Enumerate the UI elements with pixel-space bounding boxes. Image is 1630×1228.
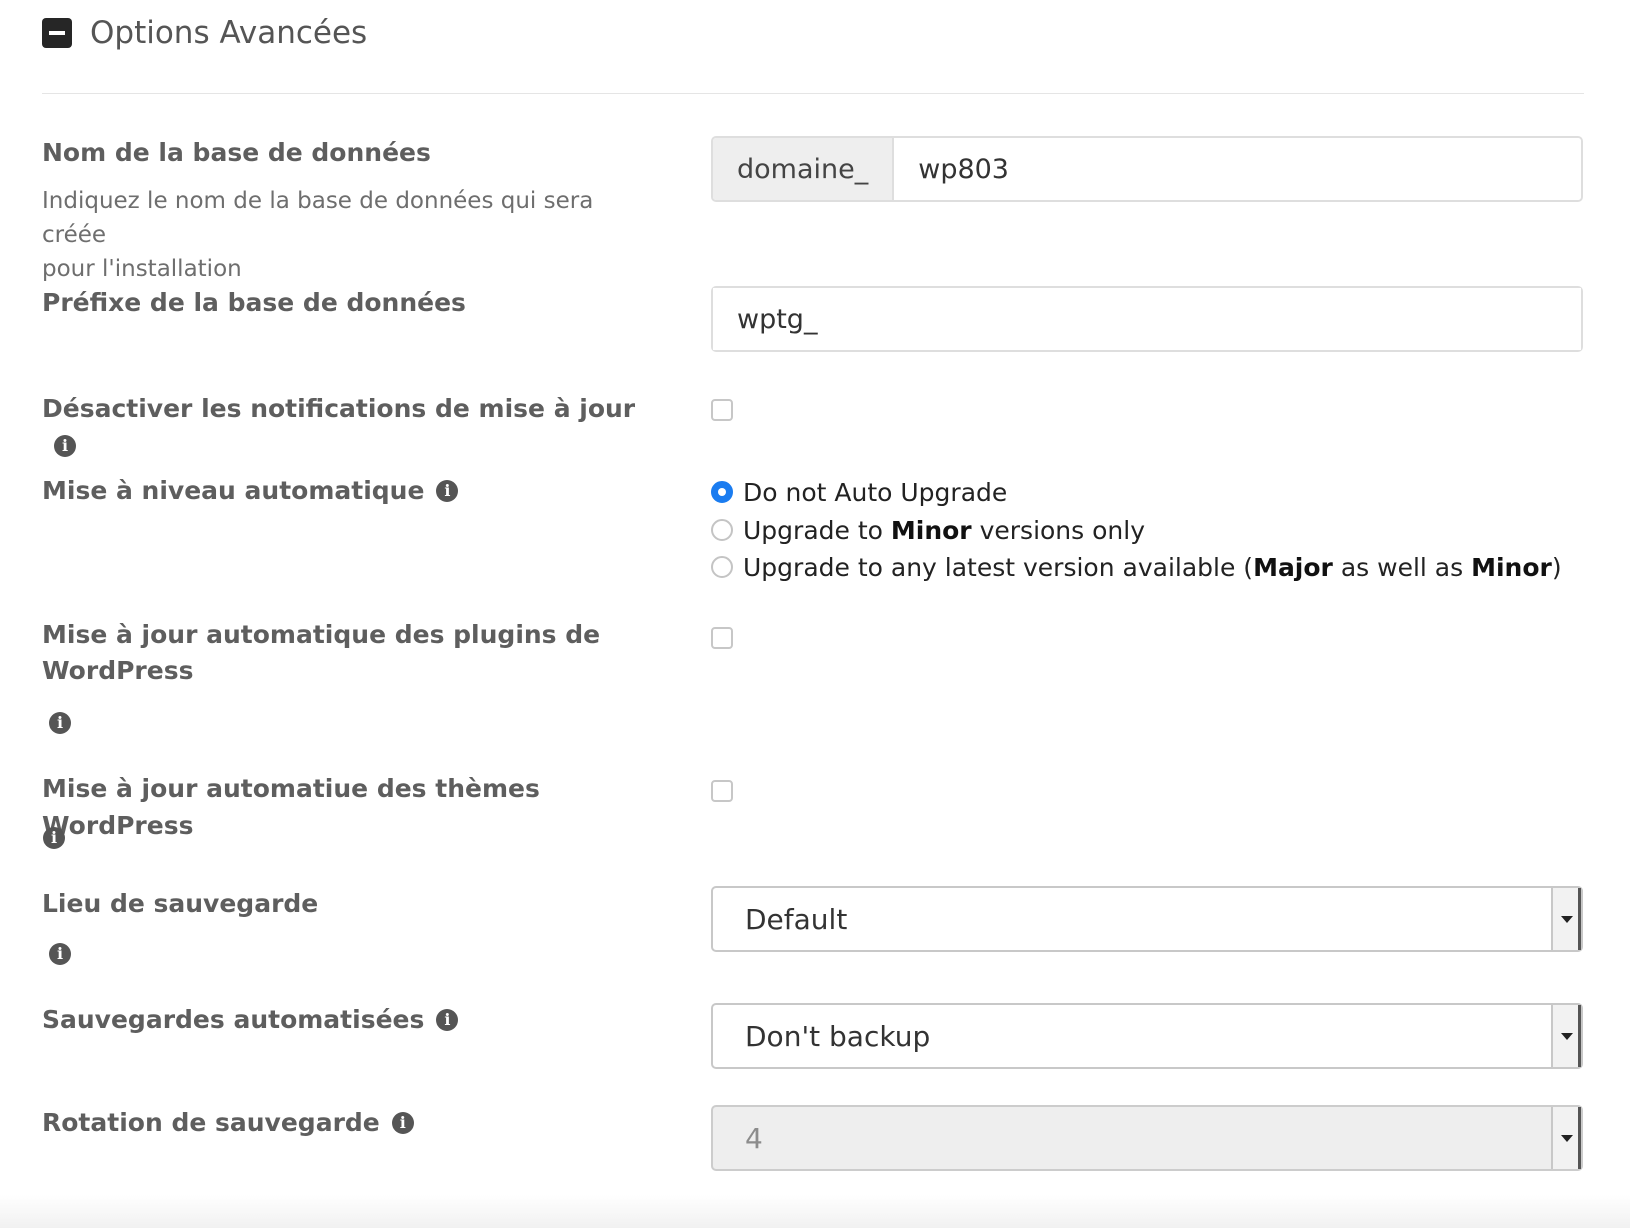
db-prefix-field [711, 286, 1583, 352]
backup-rotation-label: Rotation de sauvegarde i [42, 1104, 642, 1141]
info-icon[interactable]: i [436, 1009, 459, 1031]
backup-location-label: Lieu de sauvegarde [42, 889, 319, 918]
minus-square-icon[interactable] [42, 18, 72, 48]
chevron-down-icon[interactable] [1551, 1005, 1581, 1067]
auto-upgrade-option-none[interactable]: Do not Auto Upgrade [711, 474, 1007, 510]
bottom-shade [0, 1195, 1630, 1228]
section-header[interactable]: Options Avancées [42, 8, 367, 58]
radio-button[interactable] [711, 556, 733, 578]
disable-notifications-checkbox[interactable] [711, 399, 733, 421]
chevron-down-icon[interactable] [1551, 888, 1581, 950]
db-prefix-label: Préfixe de la base de données [42, 288, 466, 317]
radio-button[interactable] [711, 519, 733, 541]
db-name-label: Nom de la base de données [42, 138, 431, 167]
info-icon[interactable]: i [54, 435, 76, 457]
radio-label: Upgrade to any latest version available … [743, 552, 1562, 582]
automated-backups-select[interactable]: Don't backup [711, 1003, 1583, 1069]
select-value: Default [745, 902, 848, 936]
info-icon[interactable]: i [49, 943, 71, 965]
radio-label: Upgrade to Minor versions only [743, 515, 1146, 545]
backup-location-select[interactable]: Default [711, 886, 1583, 952]
auto-upgrade-label: Mise à niveau automatique i [42, 472, 642, 509]
db-name-help: Indiquez le nom de la base de données qu… [42, 188, 594, 282]
info-icon[interactable]: i [43, 827, 65, 849]
db-name-input[interactable] [894, 138, 1581, 200]
db-name-prefix-addon: domaine_ [713, 138, 895, 200]
db-prefix-input[interactable] [713, 288, 1581, 350]
radio-button-checked[interactable] [711, 481, 733, 503]
chevron-down-icon[interactable] [1551, 1107, 1581, 1169]
info-icon[interactable]: i [436, 480, 459, 502]
auto-update-plugins-label: Mise à jour automatique des plugins de W… [42, 620, 601, 685]
auto-upgrade-option-minor[interactable]: Upgrade to Minor versions only [711, 512, 1145, 548]
select-value: 4 [745, 1121, 763, 1155]
disable-notifications-label: Désactiver les notifications de mise à j… [42, 394, 636, 457]
auto-update-themes-checkbox[interactable] [711, 780, 733, 802]
db-name-input-group: domaine_ [711, 136, 1583, 202]
info-icon[interactable]: i [391, 1112, 414, 1134]
automated-backups-label: Sauvegardes automatisées i [42, 1001, 642, 1038]
backup-rotation-select[interactable]: 4 [711, 1105, 1583, 1171]
auto-update-plugins-checkbox[interactable] [711, 627, 733, 649]
info-icon[interactable]: i [49, 712, 71, 734]
radio-label: Do not Auto Upgrade [743, 477, 1008, 507]
auto-update-themes-label: Mise à jour automatiue des thèmes WordPr… [42, 774, 540, 840]
auto-upgrade-option-latest[interactable]: Upgrade to any latest version available … [711, 549, 1562, 585]
section-title: Options Avancées [90, 15, 368, 51]
select-value: Don't backup [745, 1019, 931, 1053]
divider [42, 93, 1584, 94]
